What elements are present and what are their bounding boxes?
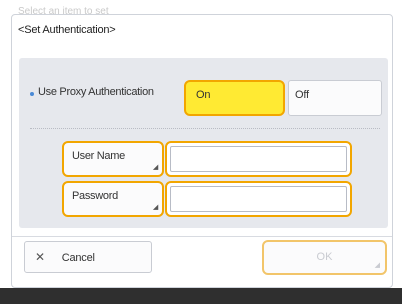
corner-triangle-icon: ◢ xyxy=(152,164,158,171)
user-name-field[interactable] xyxy=(165,141,352,177)
user-name-label: User Name xyxy=(72,150,125,162)
password-button[interactable]: Password ◢ xyxy=(62,181,164,217)
ok-label: OK xyxy=(316,251,333,263)
user-name-value xyxy=(170,146,347,172)
password-label: Password xyxy=(72,190,118,202)
corner-triangle-icon: ◢ xyxy=(374,262,380,269)
off-label: Off xyxy=(295,89,309,101)
ok-button[interactable]: OK ◢ xyxy=(262,240,387,275)
password-field[interactable] xyxy=(165,181,352,217)
divider xyxy=(30,128,380,129)
proxy-auth-on-button[interactable]: On xyxy=(184,80,285,116)
bottom-bar xyxy=(0,288,402,304)
on-label: On xyxy=(196,89,211,101)
bullet-icon xyxy=(30,92,34,96)
proxy-auth-label: Use Proxy Authentication xyxy=(38,86,154,98)
password-value xyxy=(170,186,347,212)
user-name-button[interactable]: User Name ◢ xyxy=(62,141,164,177)
cancel-label: Cancel xyxy=(61,252,95,264)
corner-triangle-icon: ◢ xyxy=(152,204,158,211)
cancel-button[interactable]: ✕ Cancel xyxy=(24,241,152,273)
footer-divider xyxy=(12,236,392,237)
close-icon: ✕ xyxy=(35,250,45,264)
dialog-title: <Set Authentication> xyxy=(18,24,116,36)
proxy-auth-off-button[interactable]: Off xyxy=(288,80,382,116)
